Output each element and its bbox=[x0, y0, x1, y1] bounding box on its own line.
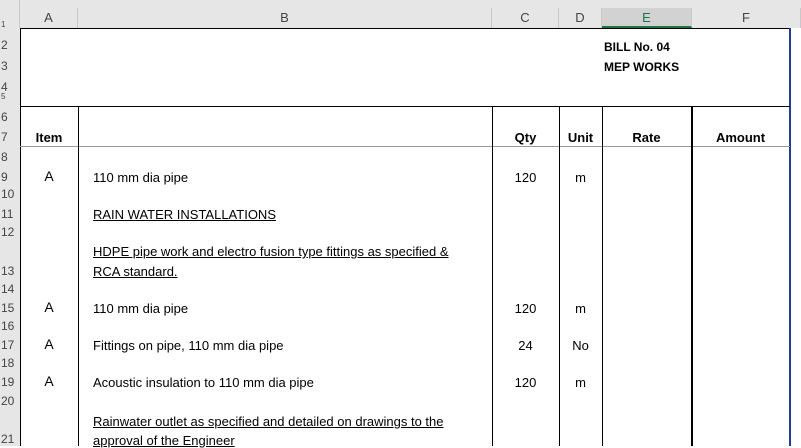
item-code: A bbox=[44, 336, 54, 352]
divider-d-e bbox=[602, 106, 603, 446]
row-header-13[interactable]: 13 bbox=[0, 264, 20, 278]
item-code: A bbox=[44, 299, 54, 315]
divider-c-d bbox=[559, 106, 560, 446]
column-header-a[interactable]: A bbox=[20, 8, 78, 28]
row-header-18[interactable]: 18 bbox=[0, 356, 20, 370]
item-description: Acoustic insulation to 110 mm dia pipe bbox=[93, 375, 314, 390]
row-header-15[interactable]: 15 bbox=[0, 301, 20, 315]
row-header-16[interactable]: 16 bbox=[0, 319, 20, 333]
item-unit: No bbox=[572, 338, 589, 353]
row-header-9[interactable]: 9 bbox=[0, 170, 20, 184]
item-qty: 120 bbox=[514, 301, 537, 316]
column-header-c[interactable]: C bbox=[492, 8, 559, 28]
heading-amount: Amount bbox=[715, 130, 766, 145]
header-top-border bbox=[20, 106, 790, 107]
bill-number: BILL No. 04 bbox=[604, 40, 670, 54]
description-line: Rainwater outlet as specified and detail… bbox=[93, 414, 444, 429]
border-top bbox=[20, 28, 790, 29]
row-header-21[interactable]: 21 bbox=[0, 432, 20, 446]
heading-unit: Unit bbox=[567, 130, 594, 145]
row-header-17[interactable]: 17 bbox=[0, 338, 20, 352]
item-qty: 120 bbox=[514, 375, 537, 390]
column-header-d[interactable]: D bbox=[559, 8, 602, 28]
row-header-5[interactable]: 5 bbox=[0, 92, 20, 100]
item-code: A bbox=[44, 373, 54, 389]
item-unit: m bbox=[575, 375, 586, 390]
row-header-12[interactable]: 12 bbox=[0, 225, 20, 239]
row-header-11[interactable]: 11 bbox=[0, 207, 20, 221]
border-right bbox=[789, 28, 791, 446]
row-header-7[interactable]: 7 bbox=[0, 130, 20, 144]
item-qty: 120 bbox=[514, 170, 537, 185]
heading-qty: Qty bbox=[514, 130, 537, 145]
item-unit: m bbox=[575, 301, 586, 316]
item-description: 110 mm dia pipe bbox=[93, 301, 189, 316]
row-header-19[interactable]: 19 bbox=[0, 375, 20, 389]
heading-rate: Rate bbox=[632, 130, 661, 145]
row-header-10[interactable]: 10 bbox=[0, 187, 20, 201]
item-unit: m bbox=[575, 170, 586, 185]
bill-section-title: MEP WORKS bbox=[604, 60, 680, 74]
item-code: A bbox=[44, 168, 54, 184]
heading-item: Item bbox=[35, 130, 63, 145]
divider-e-f bbox=[691, 106, 693, 446]
row-header-14[interactable]: 14 bbox=[0, 282, 20, 296]
divider-a-b bbox=[78, 106, 79, 446]
divider-b-c bbox=[492, 106, 493, 446]
row-header-3[interactable]: 3 bbox=[0, 59, 20, 73]
column-header-bar: A B C D E F bbox=[0, 0, 801, 29]
description-line: HDPE pipe work and electro fusion type f… bbox=[93, 244, 449, 259]
row-header-2[interactable]: 2 bbox=[0, 38, 20, 52]
row-header-6[interactable]: 6 bbox=[0, 110, 20, 124]
row-header-20[interactable]: 20 bbox=[0, 394, 20, 408]
row-header-bar: 1 2 3 4 5 6 7 8 9 10 11 12 13 14 15 16 1… bbox=[0, 20, 21, 446]
item-qty: 24 bbox=[518, 338, 533, 353]
column-header-b[interactable]: B bbox=[78, 8, 492, 28]
section-heading: RAIN WATER INSTALLATIONS bbox=[93, 207, 276, 222]
item-description: 110 mm dia pipe bbox=[93, 170, 189, 185]
column-header-f[interactable]: F bbox=[692, 8, 801, 28]
description-line: RCA standard. bbox=[93, 264, 178, 279]
column-header-e[interactable]: E bbox=[602, 8, 692, 28]
header-bottom-border bbox=[20, 146, 790, 147]
row-header-8[interactable]: 8 bbox=[0, 150, 20, 164]
row-header-1[interactable]: 1 bbox=[0, 20, 20, 28]
worksheet-grid[interactable]: BILL No. 04 MEP WORKS Item Qty Unit Rate… bbox=[20, 28, 801, 448]
item-description: Fittings on pipe, 110 mm dia pipe bbox=[93, 338, 284, 353]
